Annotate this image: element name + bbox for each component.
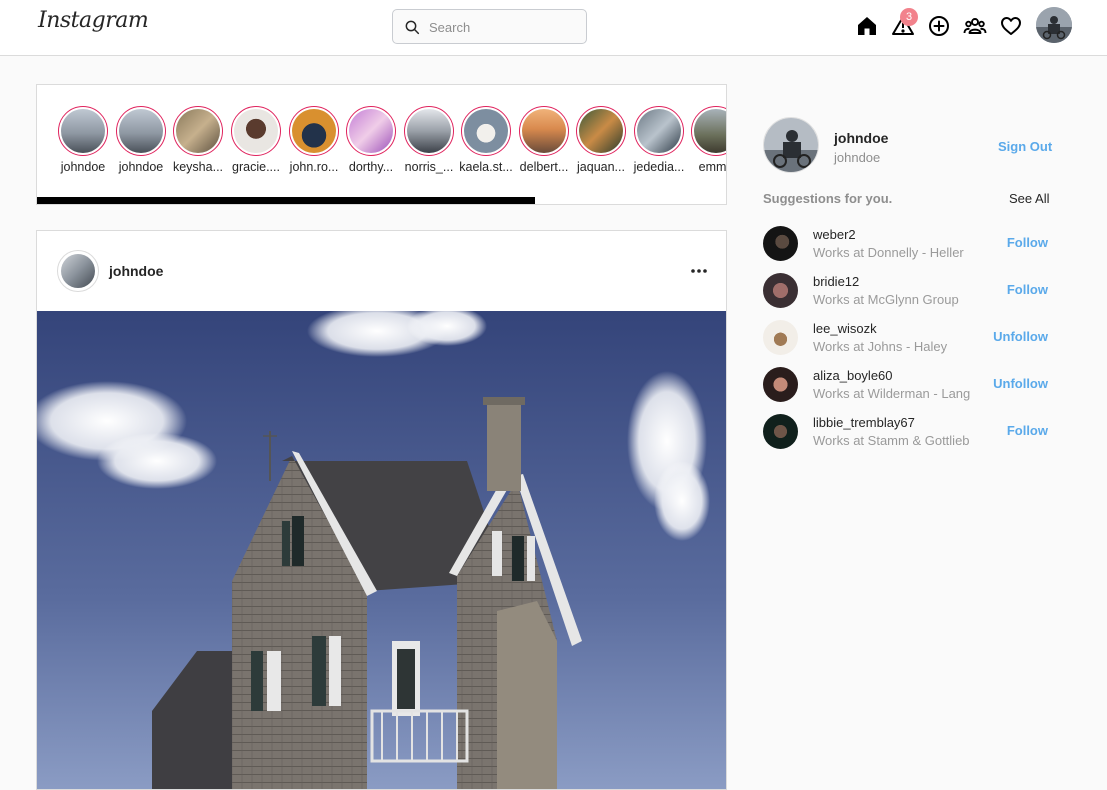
suggestion-username[interactable]: libbie_tremblay67 <box>813 415 915 430</box>
profile-fullname: johndoe <box>834 150 881 165</box>
post-card: johndoe <box>36 230 727 790</box>
stories-tray: johndoe johndoe keysha... gracie.... joh… <box>36 84 727 205</box>
story-username: johndoe <box>118 160 164 174</box>
suggestion-avatar[interactable] <box>763 367 798 402</box>
unfollow-button[interactable]: Unfollow <box>993 376 1048 391</box>
top-navbar: Instagram 3 <box>0 0 1107 56</box>
story-username: john.ro... <box>289 160 339 174</box>
post-header: johndoe <box>37 231 726 311</box>
suggestion-subtitle: Works at Donnelly - Heller <box>813 245 964 260</box>
add-post-icon[interactable] <box>927 14 951 38</box>
story-avatar <box>61 109 105 153</box>
story-avatar <box>119 109 163 153</box>
sign-out-button[interactable]: Sign Out <box>998 139 1052 154</box>
suggestion-item: aliza_boyle60 Works at Wilderman - Lang … <box>763 367 1053 407</box>
search-box[interactable] <box>392 9 587 44</box>
suggestion-item: libbie_tremblay67 Works at Stamm & Gottl… <box>763 414 1053 454</box>
profile-username[interactable]: johndoe <box>834 130 888 146</box>
story-item[interactable]: jaquan... <box>574 106 628 174</box>
suggestion-subtitle: Works at McGlynn Group <box>813 292 959 307</box>
story-item[interactable]: jededia... <box>632 106 686 174</box>
story-item[interactable]: john.ro... <box>287 106 341 174</box>
story-avatar <box>407 109 451 153</box>
people-icon[interactable] <box>963 14 987 38</box>
suggestion-username[interactable]: aliza_boyle60 <box>813 368 893 383</box>
suggestions-title: Suggestions for you. <box>763 191 893 206</box>
story-username: delbert... <box>519 160 569 174</box>
story-avatar <box>637 109 681 153</box>
instagram-logo[interactable]: Instagram <box>38 8 149 33</box>
suggestion-avatar[interactable] <box>763 414 798 449</box>
story-avatar <box>464 109 508 153</box>
heart-icon[interactable] <box>999 14 1023 38</box>
story-username: jededia... <box>633 160 685 174</box>
story-username: johndoe <box>60 160 106 174</box>
story-username: emme <box>698 160 727 174</box>
story-item[interactable]: emme <box>689 106 727 174</box>
search-input[interactable] <box>429 17 579 37</box>
see-all-link[interactable]: See All <box>1009 191 1049 206</box>
suggestion-item: bridie12 Works at McGlynn Group Follow <box>763 273 1053 313</box>
home-icon[interactable] <box>855 14 879 38</box>
story-avatar <box>176 109 220 153</box>
story-avatar <box>522 109 566 153</box>
story-avatar <box>579 109 623 153</box>
more-horizontal-icon[interactable] <box>689 261 709 281</box>
story-item[interactable]: dorthy... <box>344 106 398 174</box>
suggestion-avatar[interactable] <box>763 273 798 308</box>
suggestion-subtitle: Works at Stamm & Gottlieb <box>813 433 970 448</box>
story-avatar <box>694 109 726 153</box>
story-username: dorthy... <box>348 160 394 174</box>
follow-button[interactable]: Follow <box>1007 282 1048 297</box>
profile-avatar-nav[interactable] <box>1036 7 1072 43</box>
story-item[interactable]: kaela.st... <box>459 106 513 174</box>
story-username: norris_... <box>404 160 454 174</box>
suggestion-item: lee_wisozk Works at Johns - Haley Unfoll… <box>763 320 1053 360</box>
notification-badge: 3 <box>900 8 918 26</box>
suggestion-item: weber2 Works at Donnelly - Heller Follow <box>763 226 1053 266</box>
suggestion-subtitle: Works at Johns - Haley <box>813 339 948 354</box>
post-image[interactable] <box>37 311 726 789</box>
story-username: kaela.st... <box>459 160 513 174</box>
notifications-icon[interactable]: 3 <box>891 8 918 38</box>
story-avatar <box>234 109 278 153</box>
suggestion-username[interactable]: weber2 <box>813 227 856 242</box>
search-icon <box>405 20 420 35</box>
profile-avatar[interactable] <box>763 117 819 173</box>
stories-scrollbar-thumb[interactable] <box>37 197 535 204</box>
story-username: keysha... <box>172 160 224 174</box>
suggestion-avatar[interactable] <box>763 226 798 261</box>
post-username[interactable]: johndoe <box>109 263 163 279</box>
suggestion-avatar[interactable] <box>763 320 798 355</box>
follow-button[interactable]: Follow <box>1007 423 1048 438</box>
unfollow-button[interactable]: Unfollow <box>993 329 1048 344</box>
post-avatar[interactable] <box>57 250 99 292</box>
suggestion-username[interactable]: bridie12 <box>813 274 859 289</box>
story-item[interactable]: norris_... <box>402 106 456 174</box>
story-username: jaquan... <box>577 160 625 174</box>
story-item[interactable]: delbert... <box>517 106 571 174</box>
story-item[interactable]: johndoe <box>114 106 168 174</box>
story-item[interactable]: johndoe <box>56 106 110 174</box>
suggestion-username[interactable]: lee_wisozk <box>813 321 877 336</box>
story-username: gracie.... <box>232 160 280 174</box>
follow-button[interactable]: Follow <box>1007 235 1048 250</box>
stories-scrollbar[interactable] <box>37 197 726 204</box>
story-item[interactable]: gracie.... <box>229 106 283 174</box>
story-avatar <box>292 109 336 153</box>
story-item[interactable]: keysha... <box>171 106 225 174</box>
suggestion-subtitle: Works at Wilderman - Lang <box>813 386 971 401</box>
story-avatar <box>349 109 393 153</box>
